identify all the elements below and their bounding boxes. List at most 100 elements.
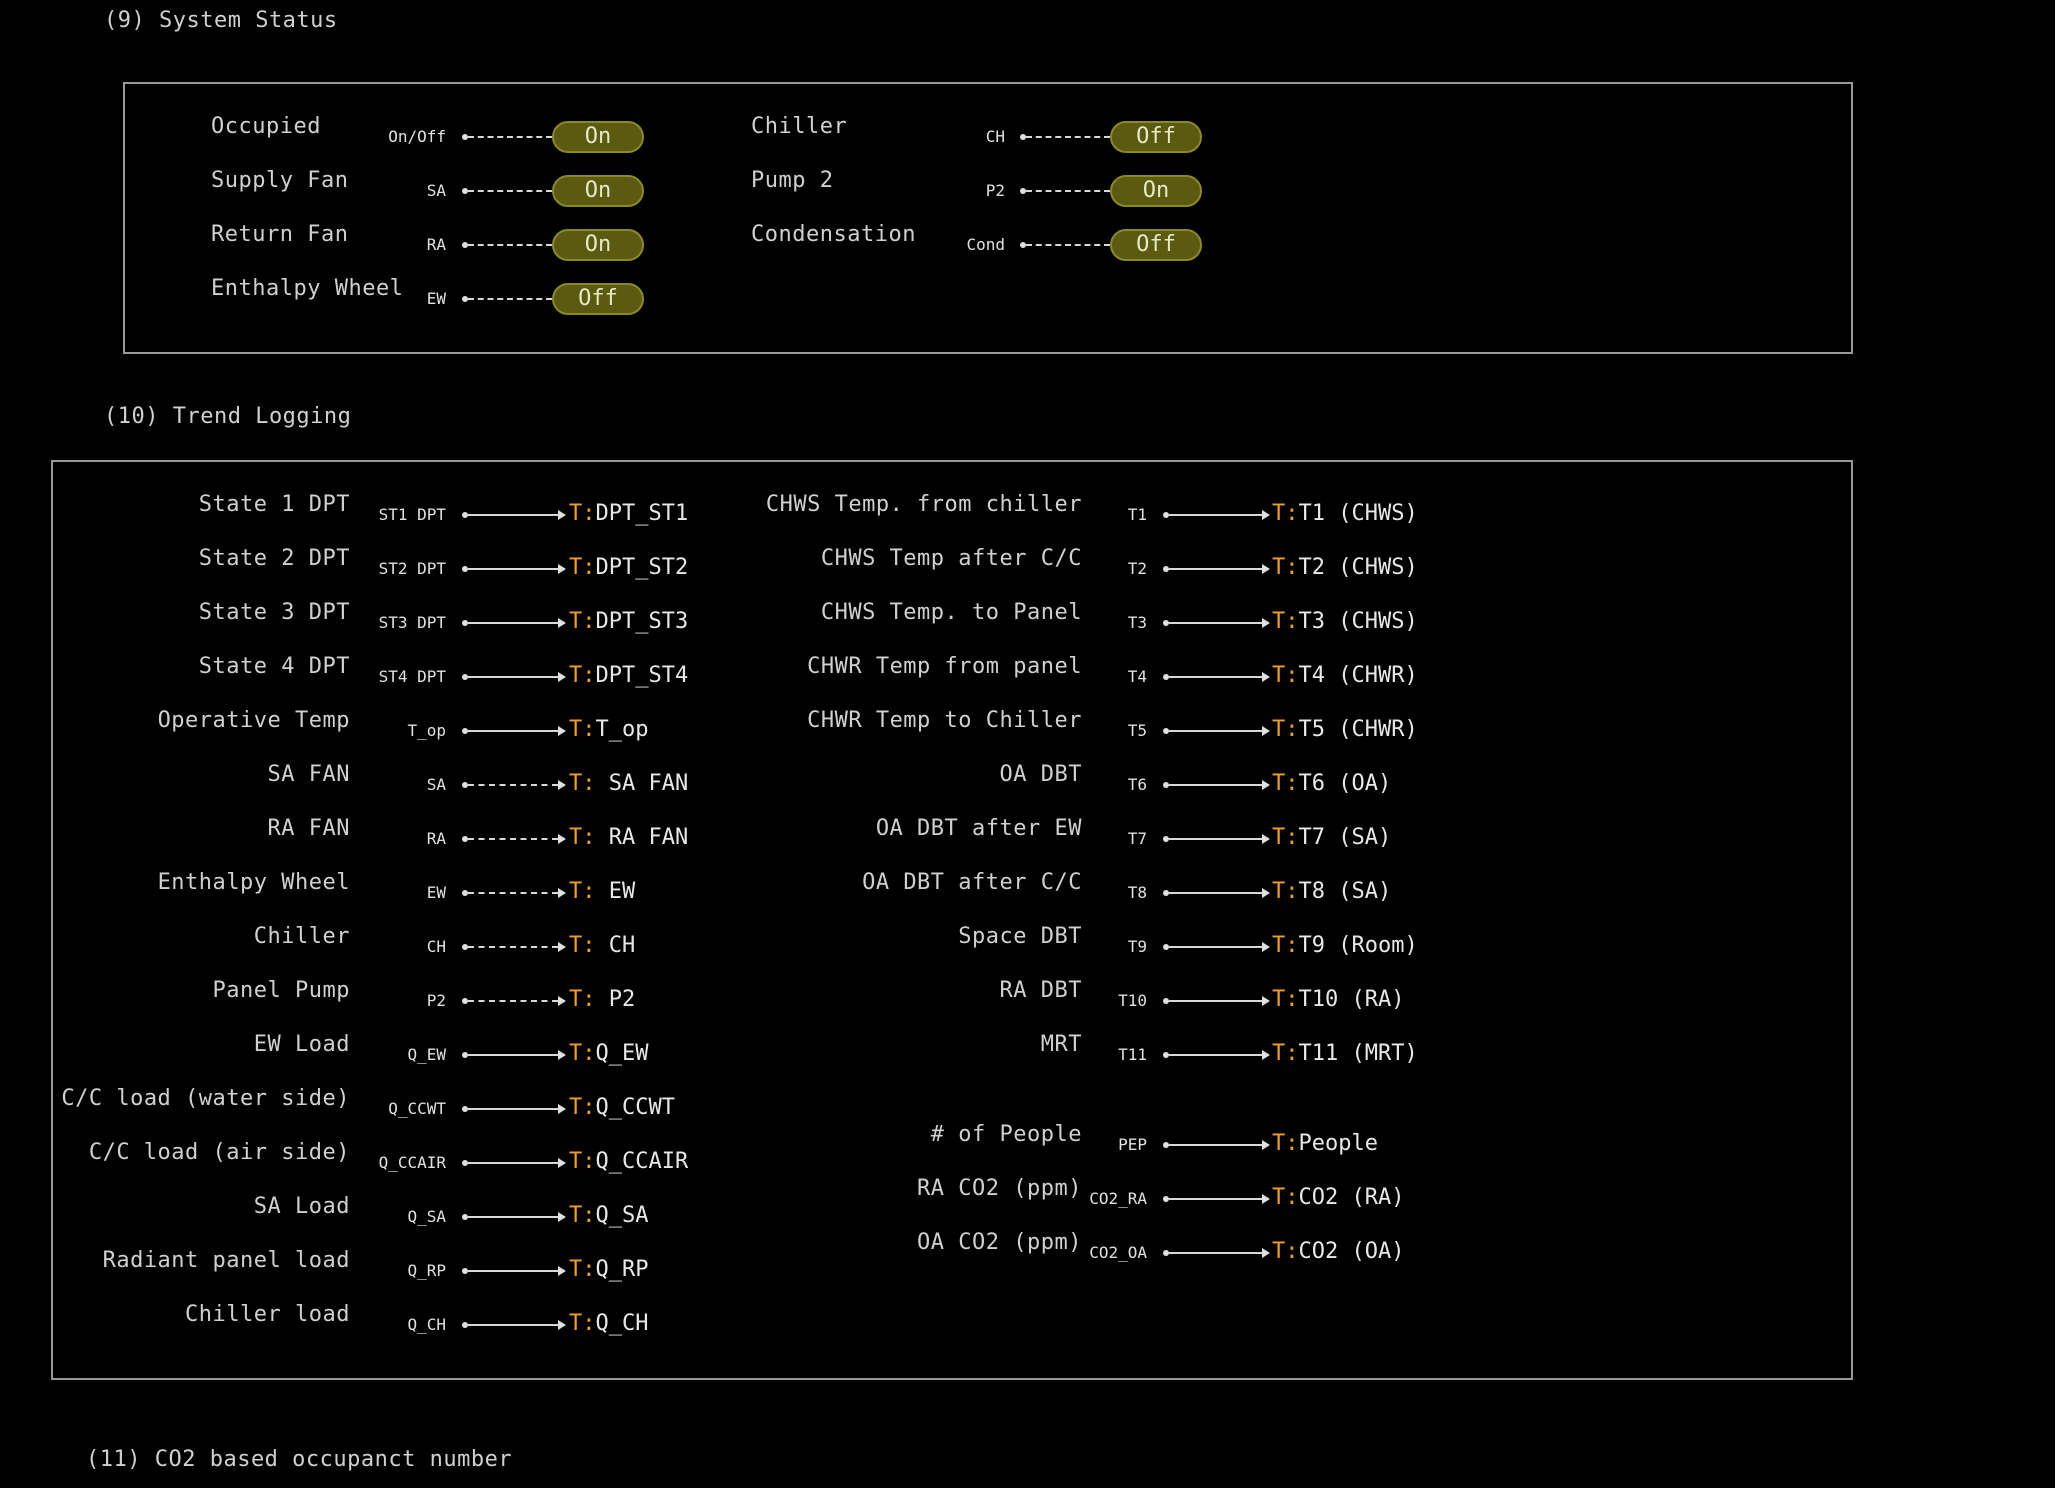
trend-tag: Q_CCWT bbox=[388, 1099, 446, 1118]
trend-prefix: T: bbox=[569, 933, 596, 958]
trend-label: State 3 DPT bbox=[198, 600, 350, 625]
trend-prefix: T: bbox=[569, 1095, 596, 1120]
connector-arrow bbox=[1262, 1140, 1270, 1150]
system-status-panel bbox=[123, 82, 1853, 354]
trend-target[interactable]: T:Q_EW bbox=[569, 1041, 648, 1066]
trend-target[interactable]: T:T_op bbox=[569, 717, 648, 742]
connector-line bbox=[1026, 244, 1110, 246]
trend-target-name: T10 (RA) bbox=[1298, 987, 1405, 1012]
connector-arrow bbox=[558, 618, 566, 628]
connector-line bbox=[468, 1270, 558, 1272]
trend-tag: T8 bbox=[1127, 883, 1147, 902]
status-indicator[interactable]: Off bbox=[1110, 121, 1202, 153]
trend-target[interactable]: T: CH bbox=[569, 933, 635, 958]
trend-target[interactable]: T:T9 (Room) bbox=[1272, 933, 1418, 958]
trend-label: CHWS Temp. to Panel bbox=[820, 600, 1082, 625]
trend-tag: T1 bbox=[1127, 505, 1147, 524]
trend-label: Panel Pump bbox=[212, 978, 350, 1003]
connector-arrow bbox=[558, 672, 566, 682]
trend-target[interactable]: T:Q_RP bbox=[569, 1257, 648, 1282]
status-indicator[interactable]: On bbox=[552, 175, 644, 207]
trend-prefix: T: bbox=[1272, 1131, 1299, 1156]
trend-label: OA DBT after C/C bbox=[862, 870, 1082, 895]
trend-label: State 1 DPT bbox=[198, 492, 350, 517]
connector-arrow bbox=[558, 726, 566, 736]
trend-label: # of People bbox=[930, 1122, 1082, 1147]
connector-line bbox=[468, 892, 558, 894]
trend-target[interactable]: T:Q_CH bbox=[569, 1311, 648, 1336]
trend-prefix: T: bbox=[1272, 1239, 1299, 1264]
connector-line bbox=[468, 1162, 558, 1164]
trend-target-name: T6 (OA) bbox=[1298, 771, 1392, 796]
status-indicator[interactable]: Off bbox=[552, 283, 644, 315]
trend-tag: SA bbox=[426, 775, 446, 794]
trend-tag: T5 bbox=[1127, 721, 1147, 740]
connector-arrow bbox=[1262, 618, 1270, 628]
status-indicator[interactable]: On bbox=[552, 121, 644, 153]
trend-tag: ST1 DPT bbox=[378, 505, 446, 524]
connector-line bbox=[468, 1216, 558, 1218]
trend-target[interactable]: T:T7 (SA) bbox=[1272, 825, 1391, 850]
trend-prefix: T: bbox=[1272, 501, 1299, 526]
connector-line bbox=[1169, 730, 1262, 732]
status-indicator[interactable]: On bbox=[552, 229, 644, 261]
status-label: Supply Fan bbox=[211, 168, 349, 193]
trend-tag: T3 bbox=[1127, 613, 1147, 632]
trend-target[interactable]: T:T5 (CHWR) bbox=[1272, 717, 1418, 742]
trend-target[interactable]: T:T11 (MRT) bbox=[1272, 1041, 1418, 1066]
trend-target[interactable]: T:T8 (SA) bbox=[1272, 879, 1391, 904]
trend-target[interactable]: T: P2 bbox=[569, 987, 635, 1012]
trend-label: EW Load bbox=[253, 1032, 350, 1057]
trend-tag: ST3 DPT bbox=[378, 613, 446, 632]
trend-target[interactable]: T:T1 (CHWS) bbox=[1272, 501, 1418, 526]
status-indicator[interactable]: On bbox=[1110, 175, 1202, 207]
trend-label: Enthalpy Wheel bbox=[157, 870, 350, 895]
trend-prefix: T: bbox=[1272, 717, 1299, 742]
trend-target[interactable]: T:T10 (RA) bbox=[1272, 987, 1404, 1012]
trend-target[interactable]: T:Q_CCWT bbox=[569, 1095, 675, 1120]
trend-target[interactable]: T: EW bbox=[569, 879, 635, 904]
trend-prefix: T: bbox=[569, 555, 596, 580]
connector-line bbox=[1169, 514, 1262, 516]
trend-label: Operative Temp bbox=[157, 708, 350, 733]
status-label: Condensation bbox=[751, 222, 916, 247]
trend-target[interactable]: T:T3 (CHWS) bbox=[1272, 609, 1418, 634]
trend-tag: PEP bbox=[1118, 1135, 1147, 1154]
trend-tag: ST2 DPT bbox=[378, 559, 446, 578]
connector-arrow bbox=[558, 942, 566, 952]
connector-line bbox=[1169, 676, 1262, 678]
trend-tag: T10 bbox=[1118, 991, 1147, 1010]
trend-target[interactable]: T:CO2 (OA) bbox=[1272, 1239, 1404, 1264]
trend-target[interactable]: T:People bbox=[1272, 1131, 1378, 1156]
status-tag: Cond bbox=[966, 235, 1005, 254]
connector-arrow bbox=[558, 888, 566, 898]
trend-label: C/C load (air side) bbox=[88, 1140, 350, 1165]
connector-line bbox=[1026, 136, 1110, 138]
connector-line bbox=[468, 946, 558, 948]
connector-arrow bbox=[1262, 942, 1270, 952]
trend-target[interactable]: T:Q_CCAIR bbox=[569, 1149, 688, 1174]
connector-arrow bbox=[1262, 672, 1270, 682]
connector-line bbox=[468, 244, 552, 246]
trend-target[interactable]: T:T6 (OA) bbox=[1272, 771, 1391, 796]
trend-target[interactable]: T:T2 (CHWS) bbox=[1272, 555, 1418, 580]
connector-arrow bbox=[1262, 888, 1270, 898]
trend-target-name: P2 bbox=[595, 987, 636, 1012]
trend-target[interactable]: T:Q_SA bbox=[569, 1203, 648, 1228]
trend-tag: T2 bbox=[1127, 559, 1147, 578]
trend-target[interactable]: T:T4 (CHWR) bbox=[1272, 663, 1418, 688]
trend-label: Chiller load bbox=[185, 1302, 350, 1327]
connector-arrow bbox=[558, 1050, 566, 1060]
connector-line bbox=[1169, 1144, 1262, 1146]
connector-line bbox=[468, 514, 558, 516]
connector-arrow bbox=[1262, 510, 1270, 520]
trend-tag: CH bbox=[426, 937, 446, 956]
trend-label: CHWR Temp from panel bbox=[807, 654, 1082, 679]
connector-arrow bbox=[558, 780, 566, 790]
status-indicator[interactable]: Off bbox=[1110, 229, 1202, 261]
connector-line bbox=[468, 676, 558, 678]
connector-line bbox=[468, 784, 558, 786]
status-tag: On/Off bbox=[388, 127, 446, 146]
trend-tag: T4 bbox=[1127, 667, 1147, 686]
trend-target[interactable]: T:CO2 (RA) bbox=[1272, 1185, 1404, 1210]
